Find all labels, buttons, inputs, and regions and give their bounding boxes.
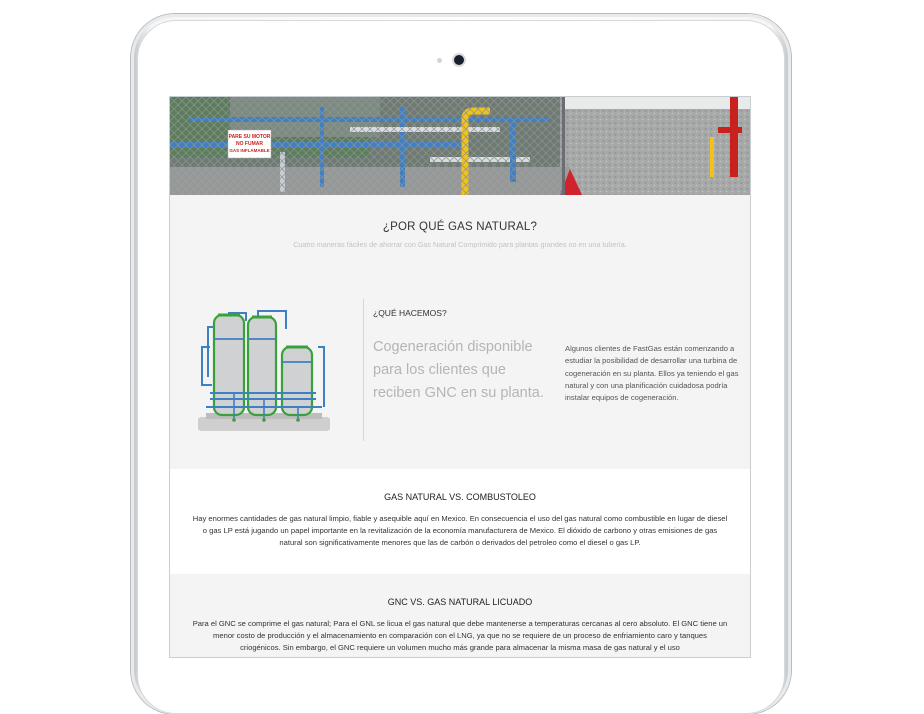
slide-description: Algunos clientes de FastGas están comenz… — [565, 344, 739, 403]
svg-text:PARE SU MOTOR: PARE SU MOTOR — [229, 134, 271, 140]
svg-text:GAS INFLAMABLE: GAS INFLAMABLE — [229, 148, 269, 153]
camera-icon — [454, 55, 464, 65]
slide-divider — [363, 299, 364, 441]
slide-headline: Cogeneración disponible para los cliente… — [373, 339, 544, 401]
hero-banner-image: PARE SU MOTOR NO FUMAR GAS INFLAMABLE — [170, 97, 750, 195]
gas-vs-fuel-title: GAS NATURAL VS. COMBUSTOLEO — [384, 492, 536, 502]
gas-vs-fuel-section: GAS NATURAL VS. COMBUSTOLEO Hay enormes … — [170, 469, 750, 574]
section-title: ¿POR QUÉ GAS NATURAL? — [382, 221, 538, 233]
light-sensor — [437, 58, 442, 63]
gas-station-photo: PARE SU MOTOR NO FUMAR GAS INFLAMABLE — [170, 97, 750, 195]
svg-text:NO FUMAR: NO FUMAR — [236, 141, 263, 147]
gnc-vs-lng-title: GNC VS. GAS NATURAL LICUADO — [387, 597, 533, 607]
gnc-vs-lng-section: GNC VS. GAS NATURAL LICUADO Para el GNC … — [170, 574, 750, 657]
gas-vs-fuel-text: Hay enormes cantidades de gas natural li… — [192, 514, 728, 548]
tablet-screen: PARE SU MOTOR NO FUMAR GAS INFLAMABLE ¿P… — [169, 96, 751, 658]
gnc-vs-lng-text: Para el GNC se comprime el gas natural; … — [192, 619, 728, 653]
gas-tanks-illustration — [198, 307, 338, 432]
section-subtitle: Cuatro maneras fáciles de ahorrar con Ga… — [293, 240, 627, 249]
slide-heading: ¿QUÉ HACEMOS? — [373, 308, 447, 318]
